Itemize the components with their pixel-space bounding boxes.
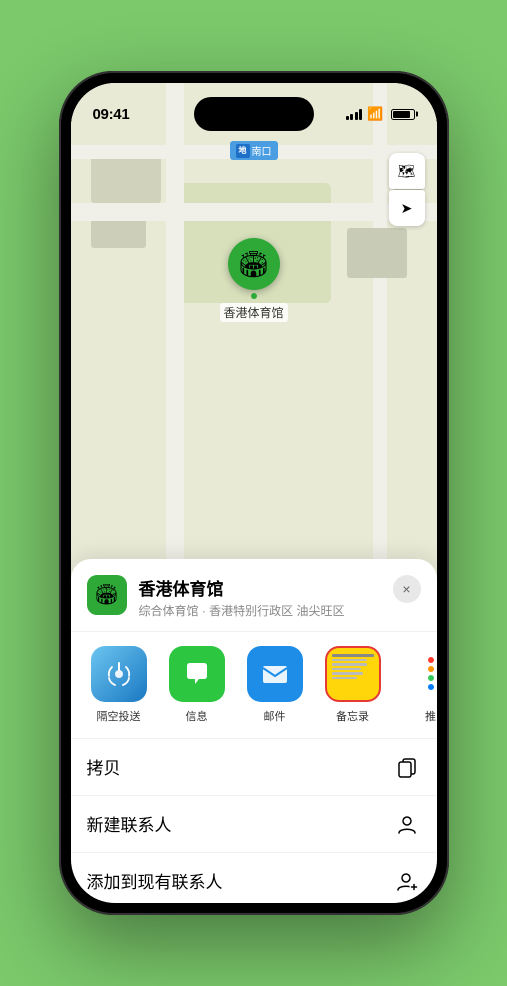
status-icons: 📶 [346,106,415,122]
share-item-messages[interactable]: 信息 [161,646,233,724]
map-road-3 [166,83,184,575]
share-row: 隔空投送 信息 [71,632,437,739]
add-contact-label: 添加到现有联系人 [87,868,223,893]
airdrop-label: 隔空投送 [97,708,141,724]
venue-logo-icon: 🏟 [94,582,119,607]
more-label: 推 [425,708,436,724]
messages-label: 信息 [186,708,208,724]
share-item-notes[interactable]: 备忘录 [317,646,389,724]
south-gate-label: 地 南口 [230,141,278,160]
notes-icon [325,646,381,702]
pin-label: 香港体育馆 [219,303,287,322]
status-time: 09:41 [93,106,130,123]
new-contact-label: 新建联系人 [87,811,172,836]
map-layer-button[interactable]: 🗺 [389,153,425,189]
share-item-more[interactable]: 推 [395,646,437,724]
map-controls: 🗺 ➤ [389,153,425,226]
add-contact-icon [393,867,421,895]
stadium-icon: 🏟 [237,249,270,280]
airdrop-icon [91,646,147,702]
notes-label: 备忘录 [336,708,369,724]
venue-logo: 🏟 [87,575,127,615]
new-contact-icon [393,810,421,838]
venue-desc: 综合体育馆 · 香港特别行政区 油尖旺区 [139,602,381,619]
action-row-add-contact[interactable]: 添加到现有联系人 [71,853,437,903]
action-row-copy[interactable]: 拷贝 [71,739,437,796]
more-dots-icon [416,646,437,702]
venue-header: 🏟 香港体育馆 综合体育馆 · 香港特别行政区 油尖旺区 × [71,575,437,632]
venue-info: 香港体育馆 综合体育馆 · 香港特别行政区 油尖旺区 [139,575,381,619]
location-icon: ➤ [401,200,413,217]
share-item-airdrop[interactable]: 隔空投送 [83,646,155,724]
action-row-new-contact[interactable]: 新建联系人 [71,796,437,853]
messages-icon [169,646,225,702]
metro-icon: 地 [236,144,250,158]
battery-icon [391,109,415,120]
map-building-1 [91,153,161,203]
mail-icon [247,646,303,702]
south-gate-text: 南口 [252,143,272,158]
pin-circle: 🏟 [227,238,279,290]
pin-dot [250,293,256,299]
dynamic-island [194,97,314,131]
mail-label: 邮件 [264,708,286,724]
close-button[interactable]: × [393,575,421,603]
map-road-4 [373,83,387,575]
bottom-sheet: 🏟 香港体育馆 综合体育馆 · 香港特别行政区 油尖旺区 × [71,559,437,903]
signal-icon [346,109,363,120]
copy-icon [393,753,421,781]
share-item-mail[interactable]: 邮件 [239,646,311,724]
map-building-3 [347,228,407,278]
copy-label: 拷贝 [87,754,121,779]
location-pin[interactable]: 🏟 香港体育馆 [219,238,287,322]
phone-screen: 09:41 📶 [71,83,437,903]
map-layer-icon: 🗺 [398,163,416,180]
phone-frame: 09:41 📶 [59,71,449,915]
venue-name: 香港体育馆 [139,575,381,600]
map-area[interactable]: 地 南口 🗺 ➤ 🏟 香港体育馆 [71,83,437,575]
close-icon: × [402,581,410,597]
wifi-icon: 📶 [367,106,383,122]
location-button[interactable]: ➤ [389,190,425,226]
